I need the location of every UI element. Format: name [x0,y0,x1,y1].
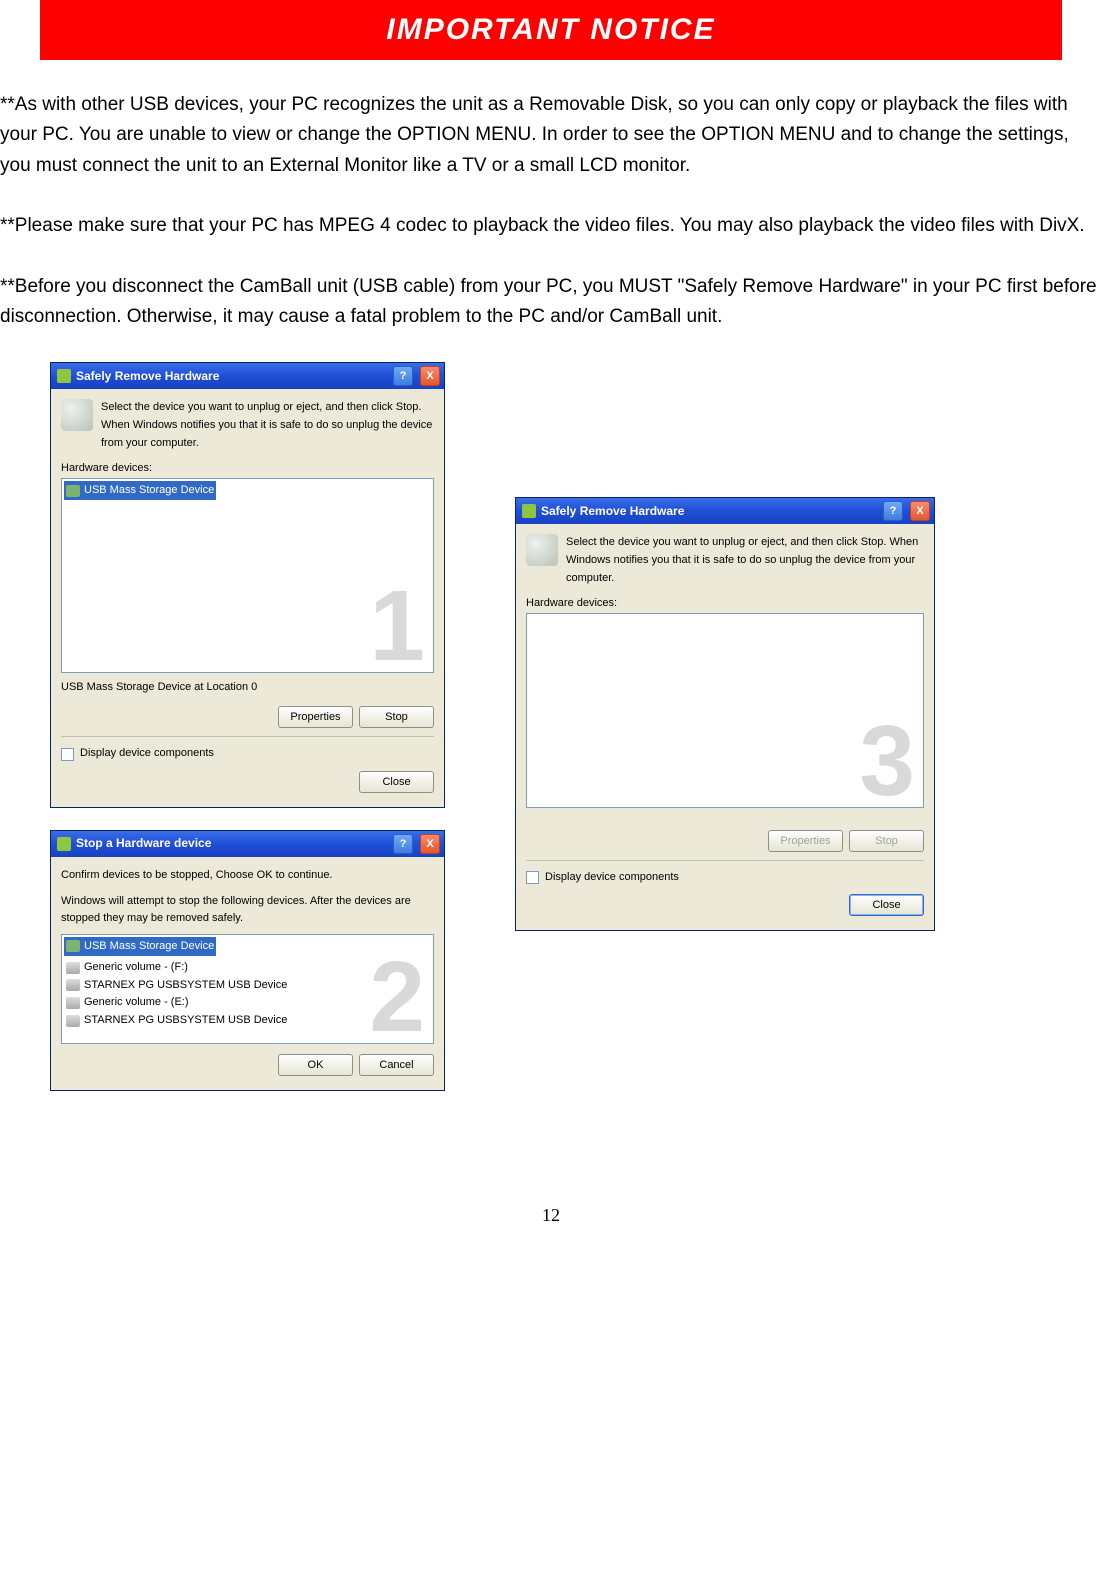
close-dialog-button[interactable]: Close [359,771,434,793]
drive-icon [66,979,80,991]
dialogs-container: Safely Remove Hardware ? X Select the de… [0,362,1102,1090]
close-dialog-button[interactable]: Close [849,894,924,916]
step-number: 2 [369,957,425,1037]
step-number: 1 [369,586,425,666]
stop-device-listbox[interactable]: USB Mass Storage Device Generic volume -… [61,934,434,1044]
instruction-text: Select the device you want to unplug or … [566,534,924,587]
hardware-icon [57,837,71,851]
dialog-title: Safely Remove Hardware [541,502,878,521]
paragraph-1: **As with other USB devices, your PC rec… [0,90,1102,181]
help-button[interactable]: ? [393,366,413,386]
display-components-checkbox[interactable] [61,748,74,761]
divider [526,860,924,861]
stop-explanation: Windows will attempt to stop the followi… [61,893,434,928]
checkbox-label: Display device components [80,745,214,763]
instruction-text: Select the device you want to unplug or … [101,399,434,452]
dialog-title: Safely Remove Hardware [76,367,388,386]
close-button[interactable]: X [910,501,930,521]
hardware-devices-label: Hardware devices: [61,460,434,478]
properties-button[interactable]: Properties [278,706,353,728]
hardware-icon [57,369,71,383]
paragraph-2: **Please make sure that your PC has MPEG… [0,211,1102,241]
stop-button[interactable]: Stop [849,830,924,852]
hardware-devices-label: Hardware devices: [526,595,924,613]
display-components-checkbox[interactable] [526,871,539,884]
confirm-text: Confirm devices to be stopped, Choose OK… [61,867,434,885]
properties-button[interactable]: Properties [768,830,843,852]
drive-icon [66,962,80,974]
list-item-label: USB Mass Storage Device [84,482,214,500]
dialog-stop-hardware: Stop a Hardware device ? X Confirm devic… [50,830,445,1091]
close-button[interactable]: X [420,834,440,854]
divider [61,736,434,737]
banner-text: IMPORTANT NOTICE [386,13,715,46]
titlebar[interactable]: Safely Remove Hardware ? X [51,363,444,389]
page-number: 12 [0,1201,1102,1230]
hardware-icon [522,504,536,518]
dialog-safely-remove-1: Safely Remove Hardware ? X Select the de… [50,362,445,808]
list-item: USB Mass Storage Device [64,937,216,957]
device-listbox[interactable]: USB Mass Storage Device 1 [61,478,434,673]
device-listbox[interactable]: 3 [526,613,924,808]
list-item: USB Mass Storage Device [64,481,216,501]
cancel-button[interactable]: Cancel [359,1054,434,1076]
drive-icon [66,997,80,1009]
titlebar[interactable]: Stop a Hardware device ? X [51,831,444,857]
info-icon [526,534,558,566]
list-item-label: USB Mass Storage Device [84,938,214,956]
dialog-safely-remove-3: Safely Remove Hardware ? X Select the de… [515,497,935,931]
stop-button[interactable]: Stop [359,706,434,728]
help-button[interactable]: ? [883,501,903,521]
important-notice-banner: IMPORTANT NOTICE [40,0,1062,60]
titlebar[interactable]: Safely Remove Hardware ? X [516,498,934,524]
close-button[interactable]: X [420,366,440,386]
body-text: **As with other USB devices, your PC rec… [0,90,1102,332]
ok-button[interactable]: OK [278,1054,353,1076]
checkbox-label: Display device components [545,869,679,887]
info-icon [61,399,93,431]
dialog-title: Stop a Hardware device [76,834,388,853]
help-button[interactable]: ? [393,834,413,854]
device-status: USB Mass Storage Device at Location 0 [61,679,434,697]
usb-device-icon [66,485,80,497]
step-number: 3 [859,721,915,801]
usb-device-icon [66,940,80,952]
drive-icon [66,1015,80,1027]
paragraph-3: **Before you disconnect the CamBall unit… [0,272,1102,333]
